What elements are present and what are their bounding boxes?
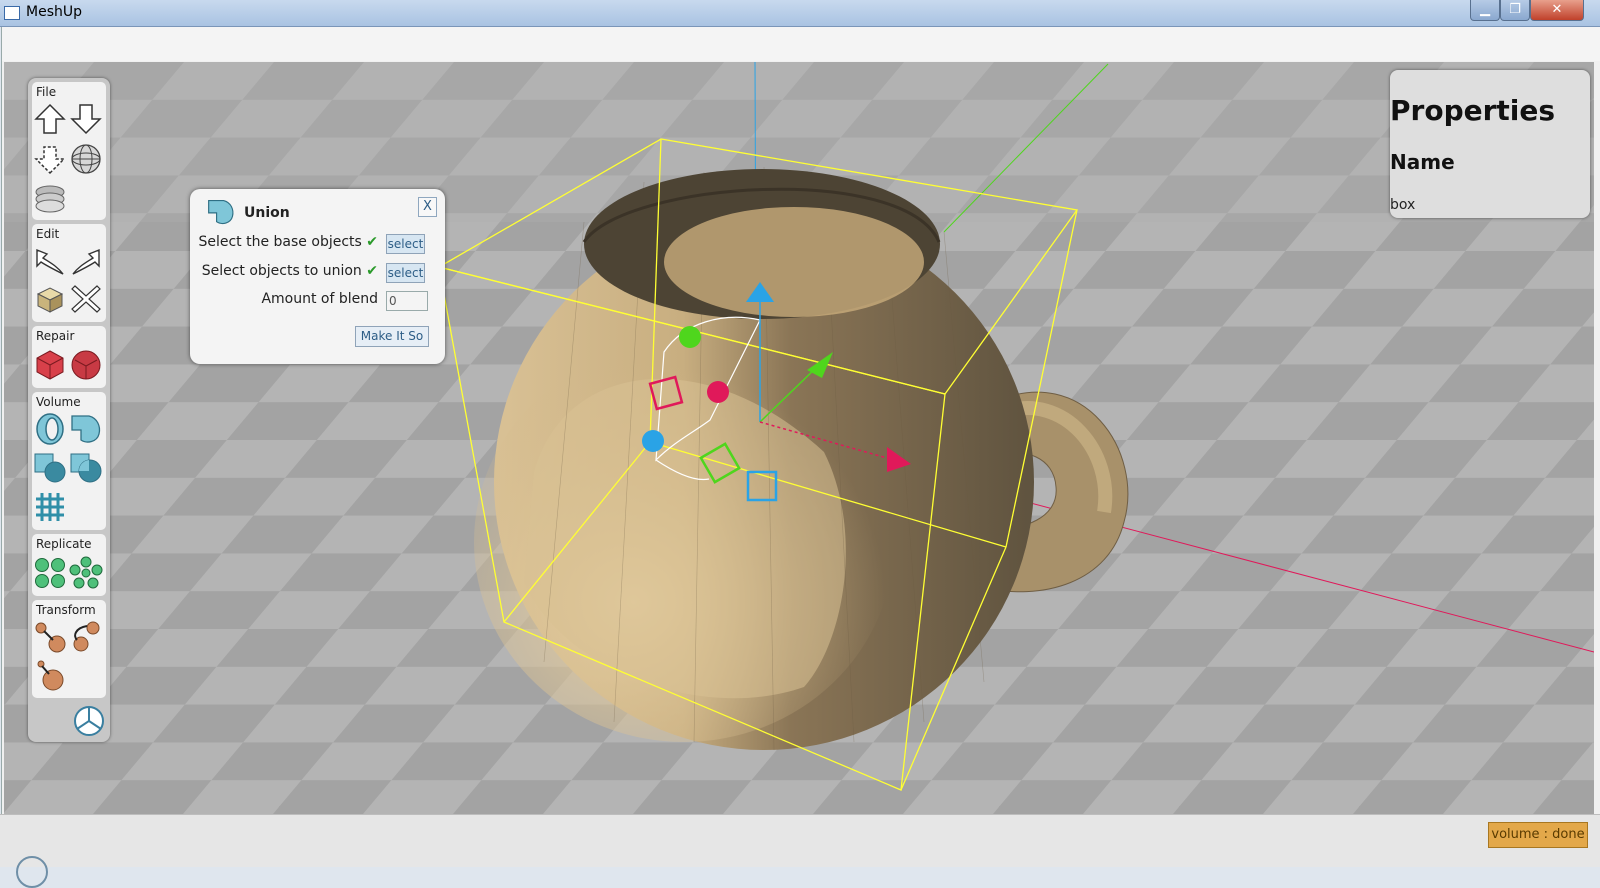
properties-name-label: Name — [1390, 150, 1455, 174]
view-cube-icon[interactable] — [72, 704, 106, 738]
mesh-sphere-icon[interactable] — [69, 142, 103, 176]
status-badge: volume : done — [1488, 822, 1588, 848]
replicate-circular-icon[interactable] — [69, 556, 103, 590]
union-dialog-close-button[interactable]: X — [418, 197, 437, 217]
export-selection-icon[interactable] — [33, 142, 67, 176]
blend-amount-input[interactable] — [386, 291, 428, 311]
app-icon — [4, 6, 20, 20]
globe-icon[interactable] — [16, 856, 48, 888]
section-label-replicate: Replicate — [36, 537, 92, 551]
hollow-icon[interactable] — [33, 412, 67, 446]
section-label-edit: Edit — [36, 227, 60, 241]
union-icon[interactable] — [69, 412, 103, 446]
section-label-file: File — [36, 85, 57, 99]
select-base-objects-button[interactable]: select — [386, 234, 425, 254]
blend-label: Amount of blend — [261, 291, 378, 307]
repair-solid-icon[interactable] — [69, 348, 103, 382]
undo-icon[interactable] — [33, 244, 67, 278]
union-dialog: Union X Select the base objects ✔ select… — [190, 189, 445, 364]
window-title: MeshUp — [26, 4, 82, 20]
toolbox-section-transform: Transform — [32, 600, 106, 698]
3d-viewport[interactable] — [4, 62, 1594, 814]
maximize-button[interactable]: ❐ — [1500, 0, 1530, 21]
close-window-button[interactable]: ✕ — [1530, 0, 1584, 21]
status-bar — [0, 814, 1600, 867]
select-union-objects-button[interactable]: select — [386, 263, 425, 283]
repair-mesh-icon[interactable] — [33, 348, 67, 382]
gizmo-y-rotate-handle[interactable] — [679, 326, 701, 348]
scene-canvas[interactable] — [4, 62, 1594, 814]
toolbox-section-edit: Edit — [32, 224, 106, 322]
menu-bar — [2, 27, 1600, 61]
union-icon — [208, 199, 234, 225]
properties-title: Properties — [1390, 94, 1556, 127]
redo-icon[interactable] — [69, 244, 103, 278]
window-titlebar: MeshUp ▁ ❐ ✕ — [0, 0, 1600, 27]
properties-panel: Properties Name box — [1390, 70, 1590, 218]
toolbox-section-repair: Repair — [32, 326, 106, 388]
minimize-button[interactable]: ▁ — [1470, 0, 1500, 21]
duplicate-icon[interactable] — [33, 282, 67, 316]
make-it-so-button[interactable]: Make It So — [355, 326, 429, 347]
scale-icon[interactable] — [33, 658, 67, 692]
subtract-icon[interactable] — [33, 450, 67, 484]
grid-icon[interactable] — [33, 490, 67, 524]
section-label-volume: Volume — [36, 395, 81, 409]
gizmo-z-rotate-handle[interactable] — [642, 430, 664, 452]
toolbox-section-volume: Volume — [32, 392, 106, 530]
union-dialog-title: Union — [244, 205, 290, 221]
rotate-icon[interactable] — [69, 620, 103, 654]
replicate-grid-icon[interactable] — [33, 556, 67, 590]
gizmo-x-rotate-handle[interactable] — [707, 381, 729, 403]
toolbox-section-replicate: Replicate — [32, 534, 106, 596]
import-up-icon[interactable] — [33, 102, 67, 136]
union-objects-label: Select objects to union — [201, 263, 362, 279]
base-objects-check-icon: ✔ — [366, 234, 378, 250]
base-objects-label: Select the base objects — [198, 234, 362, 250]
union-objects-row: Select objects to union ✔ — [198, 263, 378, 279]
union-objects-check-icon: ✔ — [366, 263, 378, 279]
section-label-repair: Repair — [36, 329, 75, 343]
base-objects-row: Select the base objects ✔ — [198, 234, 378, 250]
properties-name-value[interactable]: box — [1390, 197, 1415, 213]
toolbox-section-file: File — [32, 82, 106, 220]
intersect-icon[interactable] — [69, 450, 103, 484]
delete-icon[interactable] — [69, 282, 103, 316]
export-down-icon[interactable] — [69, 102, 103, 136]
toolbox-panel: File Edit Repair Volume Replicate Transf… — [28, 78, 110, 742]
move-icon[interactable] — [33, 620, 67, 654]
section-label-transform: Transform — [36, 603, 96, 617]
layers-icon[interactable] — [33, 182, 67, 216]
